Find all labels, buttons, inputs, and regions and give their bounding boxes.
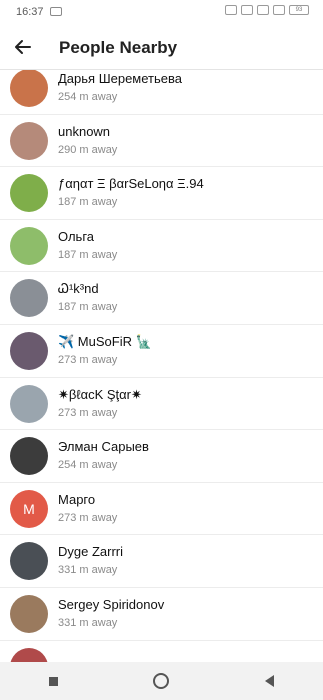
person-name: Марго: [58, 491, 96, 507]
person-distance: 187 m away: [58, 248, 118, 261]
page-title: People Nearby: [59, 38, 178, 57]
list-item[interactable]: ƒαηαт Ξ βαrSeLoηα Ξ.94 187 m away: [0, 167, 323, 220]
avatar: [10, 226, 48, 265]
list-item[interactable]: Dyge Zarrri 331 m away: [0, 535, 323, 588]
person-name: Ольга: [58, 228, 95, 244]
person-distance: 273 m away: [58, 406, 118, 419]
triangle-back-icon: [264, 675, 274, 687]
avatar: [10, 174, 48, 213]
signal-icon-2: [257, 5, 269, 15]
app-bar: People Nearby: [0, 24, 323, 70]
avatar: M: [10, 489, 48, 528]
system-nav-bar: [0, 662, 323, 700]
status-time: 16:37: [16, 6, 44, 18]
avatar-letter: M: [23, 500, 35, 517]
battery-icon: 93: [289, 5, 309, 15]
back-arrow-icon: [15, 40, 31, 54]
list-item[interactable]: unknown 290 m away: [0, 115, 323, 168]
person-name: Dyge Zarrri: [58, 544, 124, 560]
person-name: unknown: [58, 123, 111, 139]
notification-icon: [50, 7, 62, 16]
person-distance: 331 m away: [58, 616, 118, 629]
list-item[interactable]: [0, 641, 323, 662]
person-distance: 187 m away: [58, 301, 118, 314]
status-icons: 93: [225, 5, 309, 15]
signal-icon: [241, 5, 253, 15]
avatar: [10, 70, 48, 107]
square-icon: [49, 676, 59, 686]
list-item[interactable]: Элман Сарыев 254 m away: [0, 430, 323, 483]
back-button[interactable]: [9, 33, 37, 61]
people-list-inner: Дарья Шереметьева 254 m away unknown 290 m …: [0, 70, 323, 662]
avatar: [10, 542, 48, 581]
person-name: Sergey Spiridonov: [58, 596, 165, 612]
status-bar: 16:37 93: [0, 0, 323, 24]
person-distance: 290 m away: [58, 143, 118, 156]
list-item[interactable]: ✷βℓαcK Şţαr✷ 273 m away: [0, 378, 323, 431]
avatar: [10, 121, 48, 160]
person-distance: 254 m away: [58, 459, 118, 472]
person-distance: 273 m away: [58, 353, 118, 366]
alarm-icon: [225, 5, 237, 15]
list-item[interactable]: ✈️ MuSoFiR 🗽 273 m away: [0, 325, 323, 378]
avatar: [10, 647, 48, 662]
person-name: ✈️ MuSoFiR 🗽: [58, 333, 152, 349]
people-list[interactable]: Дарья Шереметьева 254 m away unknown 290 m …: [0, 70, 323, 662]
list-item[interactable]: Sergey Spiridonov 331 m away: [0, 588, 323, 641]
home-button[interactable]: [131, 666, 191, 696]
circle-icon: [153, 673, 170, 689]
person-name: Элман Сарыев: [58, 439, 149, 455]
wifi-icon: [273, 5, 285, 15]
person-distance: 331 m away: [58, 564, 118, 577]
back-nav-button[interactable]: [239, 666, 299, 696]
recents-button[interactable]: [24, 666, 84, 696]
person-distance: 254 m away: [58, 91, 118, 103]
person-name: Ꮗ¹k³nd: [58, 281, 99, 297]
person-name: ƒαηαт Ξ βαrSeLoηα Ξ.94: [58, 176, 204, 192]
list-item[interactable]: Дарья Шереметьева 254 m away: [0, 70, 323, 115]
person-name: ✷βℓαcK Şţαr✷: [58, 386, 142, 402]
list-item[interactable]: Ꮗ¹k³nd 187 m away: [0, 272, 323, 325]
list-item[interactable]: Ольга 187 m away: [0, 220, 323, 273]
person-distance: 187 m away: [58, 196, 118, 209]
avatar: [10, 384, 48, 423]
avatar: [10, 331, 48, 370]
list-item[interactable]: M Марго 273 m away: [0, 483, 323, 536]
avatar: [10, 594, 48, 633]
person-name: Дарья Шереметьева: [58, 71, 182, 86]
avatar: [10, 279, 48, 318]
person-distance: 273 m away: [58, 511, 118, 524]
avatar: [10, 437, 48, 476]
